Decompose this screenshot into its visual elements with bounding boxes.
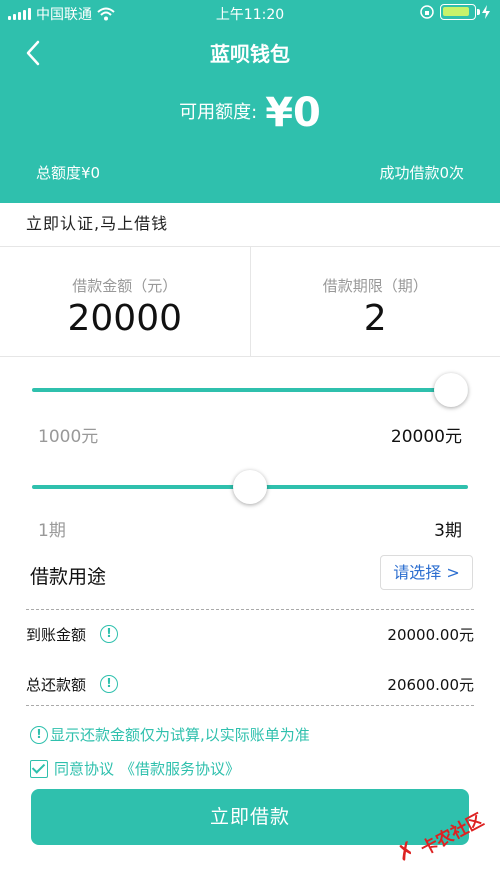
battery-icon (440, 4, 480, 20)
term-slider-handle[interactable] (233, 470, 267, 504)
verify-banner[interactable]: 立即认证,马上借钱 (0, 203, 500, 247)
status-bar: 中国联通 上午11:20 (0, 0, 500, 26)
amount-slider-min: 1000元 (38, 427, 99, 447)
repayment-notice-text: 显示还款金额仅为试算,以实际账单为准 (50, 726, 310, 744)
status-right (420, 4, 490, 20)
total-credit: 总额度¥0 (36, 164, 101, 182)
available-credit-value: ¥0 (265, 90, 321, 136)
available-credit: 可用额度: ¥0 (0, 90, 500, 136)
successful-loans: 成功借款0次 (379, 164, 464, 182)
loan-amount-value: 20000 (67, 298, 183, 339)
orientation-lock-icon (420, 5, 434, 19)
header: 中国联通 上午11:20 蓝呗钱包 可用额度: ¥0 总额度¥0 成功借款0次 (0, 0, 500, 203)
divider (26, 705, 474, 706)
agreement-prefix: 同意协议 (54, 760, 115, 778)
arrival-amount-value: 20000.00元 (387, 625, 474, 644)
watermark-text: 卡农社区 (417, 810, 488, 860)
loan-amount-cell: 借款金额（元） 20000 (0, 247, 250, 356)
loan-summary-box: 借款金额（元） 20000 借款期限（期） 2 (0, 247, 500, 357)
arrival-amount-row: 到账金额 ! 20000.00元 (26, 622, 474, 646)
watermark-icon: ✗ (392, 836, 421, 868)
arrival-amount-label: 到账金额 (26, 625, 87, 644)
amount-slider-max: 20000元 (390, 427, 462, 447)
repayment-notice: ! 显示还款金额仅为试算,以实际账单为准 (30, 724, 310, 745)
term-slider-max: 3期 (434, 521, 462, 541)
amount-slider-handle[interactable] (434, 373, 468, 407)
info-icon[interactable]: ! (100, 625, 119, 643)
loan-term-cell: 借款期限（期） 2 (249, 247, 500, 356)
info-icon[interactable]: ! (100, 675, 119, 693)
info-icon: ! (30, 725, 48, 744)
term-slider-min: 1期 (38, 521, 66, 541)
agreement-row[interactable]: 同意协议 《借款服务协议》 (30, 758, 240, 779)
total-repayment-value: 20600.00元 (387, 675, 474, 694)
amount-slider[interactable] (32, 373, 468, 407)
loan-term-label: 借款期限（期） (322, 277, 428, 295)
charging-icon (482, 5, 490, 19)
total-repayment-label: 总还款额 (26, 675, 87, 694)
loan-amount-label: 借款金额（元） (72, 277, 178, 295)
loan-purpose-select[interactable]: 请选择 > (380, 555, 473, 590)
available-credit-label: 可用额度: (179, 102, 258, 123)
total-repayment-row: 总还款额 ! 20600.00元 (26, 672, 474, 696)
loan-purpose-label: 借款用途 (30, 566, 107, 588)
agreement-checkbox[interactable] (30, 759, 48, 778)
divider (26, 609, 474, 610)
agreement-link[interactable]: 《借款服务协议》 (120, 758, 240, 779)
loan-term-value: 2 (363, 298, 387, 339)
term-slider[interactable] (32, 470, 468, 504)
page-title: 蓝呗钱包 (210, 42, 290, 66)
